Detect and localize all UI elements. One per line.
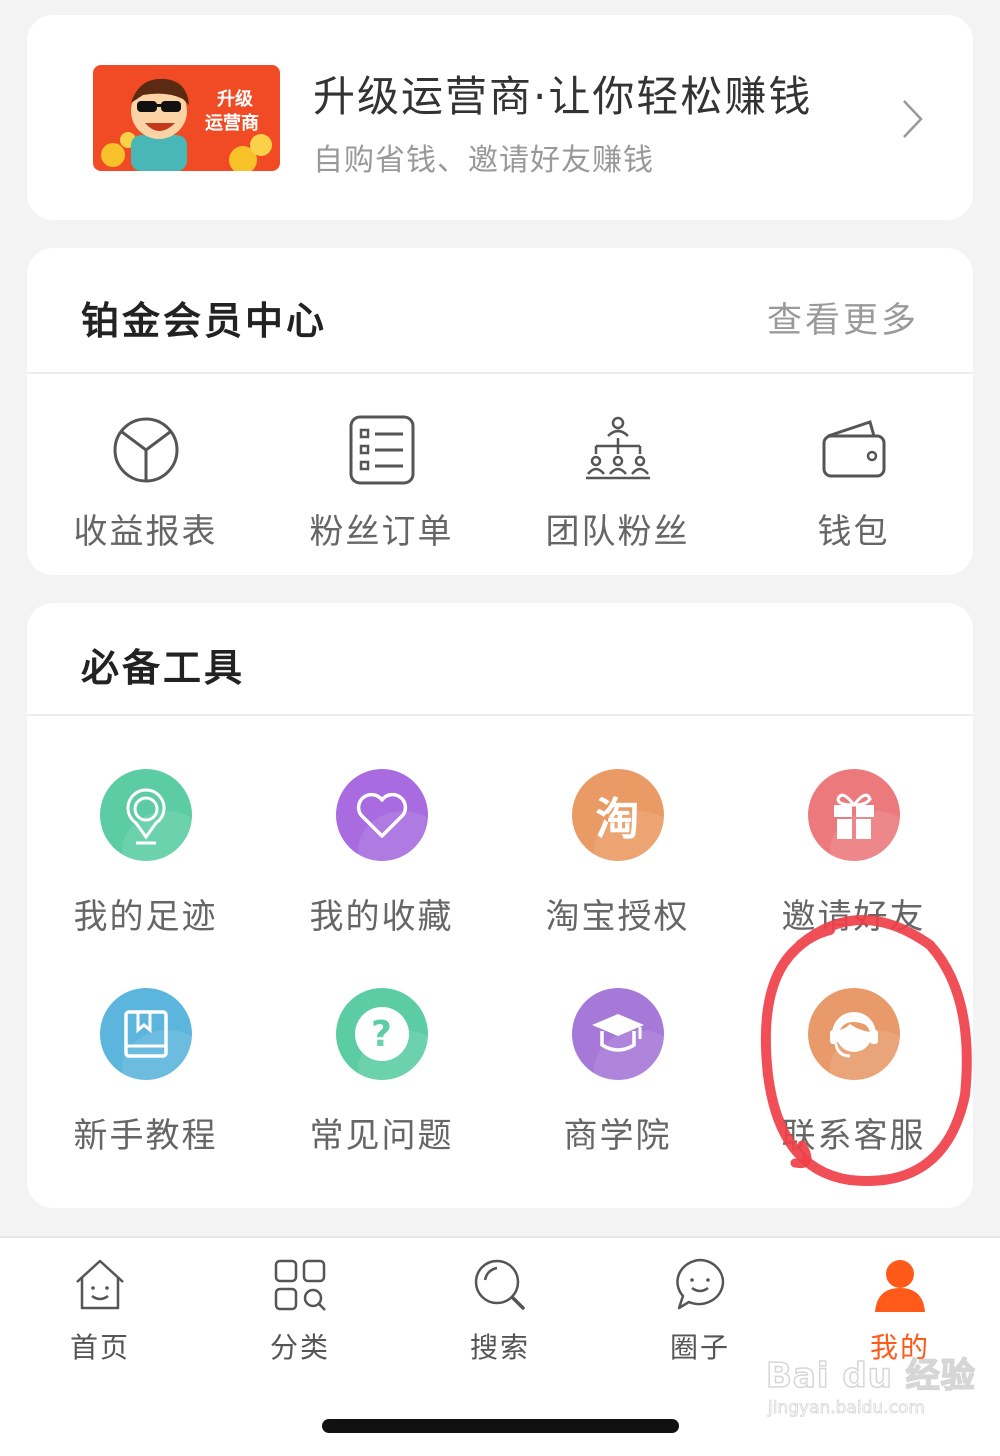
tool-contact-customer-service[interactable]: 联系客服 [735, 988, 972, 1157]
tool-label: 淘宝授权 [545, 897, 690, 937]
member-item-wallet[interactable]: 钱包 [735, 414, 972, 553]
list-icon [349, 415, 414, 485]
question-icon: ? [335, 988, 428, 1080]
tab-label: 分类 [269, 1331, 330, 1364]
question-icon-text: ? [371, 1013, 392, 1055]
upgrade-banner[interactable]: 升级 运营商 升级运营商·让你轻松赚钱 自购省钱、邀请好友赚钱 [27, 15, 973, 220]
taobao-icon-text: 淘 [595, 794, 640, 845]
tab-category[interactable]: 分类 [200, 1256, 400, 1366]
customer-service-icon [807, 988, 900, 1080]
category-icon [274, 1259, 326, 1311]
member-item-label: 团队粉丝 [545, 512, 690, 552]
tab-search[interactable]: 搜索 [400, 1256, 600, 1366]
gift-icon [807, 769, 900, 861]
person-icon [875, 1260, 925, 1312]
member-item-label: 钱包 [817, 512, 890, 552]
tab-label: 搜索 [469, 1331, 530, 1364]
tool-label: 常见问题 [309, 1116, 454, 1156]
svg-text:运营商: 运营商 [205, 112, 259, 134]
essential-tools-card: 必备工具 我的足迹 我的收藏 淘 淘宝授权 邀请好友 新手教程 ? 常见问题 商… [27, 603, 973, 1208]
tool-label: 我的足迹 [73, 897, 218, 937]
home-indicator [322, 1419, 679, 1433]
search-icon [474, 1259, 525, 1310]
baidu-jingyan-watermark: Bai du 经验 jingyan.baidu.com [765, 1348, 975, 1428]
member-center-card: 铂金会员中心 查看更多 收益报表 粉丝订单 团队粉丝 钱包 [27, 248, 973, 575]
tool-business-school[interactable]: 商学院 [499, 988, 736, 1157]
tab-home[interactable]: 首页 [0, 1256, 200, 1366]
member-item-earnings-report[interactable]: 收益报表 [27, 414, 264, 553]
member-item-label: 收益报表 [73, 512, 218, 552]
tool-label: 邀请好友 [781, 897, 926, 937]
tool-label: 联系客服 [781, 1116, 926, 1156]
graduation-cap-icon [571, 988, 664, 1080]
svg-text:升级: 升级 [217, 88, 254, 110]
chat-bubble-icon [676, 1258, 725, 1310]
tool-taobao-auth[interactable]: 淘 淘宝授权 [499, 769, 736, 938]
member-center-title: 铂金会员中心 [81, 299, 328, 343]
heart-icon [335, 769, 428, 861]
watermark-url: jingyan.baidu.com [768, 1398, 926, 1419]
member-center-header: 铂金会员中心 查看更多 [27, 248, 973, 374]
tool-my-favorites[interactable]: 我的收藏 [263, 769, 500, 938]
wallet-icon [822, 420, 885, 478]
tool-my-footprints[interactable]: 我的足迹 [27, 769, 264, 938]
taobao-icon: 淘 [571, 769, 664, 861]
tab-label: 首页 [69, 1331, 130, 1364]
essential-tools-title: 必备工具 [81, 646, 246, 690]
upgrade-banner-image: 升级 运营商 [93, 65, 280, 171]
team-tree-icon [585, 416, 650, 480]
location-pin-icon [99, 769, 192, 861]
tool-faq[interactable]: ? 常见问题 [263, 988, 500, 1157]
tool-invite-friends[interactable]: 邀请好友 [735, 769, 972, 938]
book-icon [99, 988, 192, 1080]
watermark-text: Bai du 经验 [765, 1355, 976, 1397]
home-icon [76, 1259, 124, 1310]
member-item-fan-orders[interactable]: 粉丝订单 [263, 414, 500, 553]
member-item-label: 粉丝订单 [309, 512, 454, 552]
tool-label: 商学院 [563, 1116, 672, 1156]
upgrade-subtitle: 自购省钱、邀请好友赚钱 [313, 143, 654, 178]
essential-tools-header: 必备工具 [27, 603, 973, 716]
view-more-link[interactable]: 查看更多 [767, 292, 919, 343]
pie-chart-icon [113, 417, 178, 483]
member-item-team-fans[interactable]: 团队粉丝 [499, 414, 736, 553]
tool-label: 新手教程 [73, 1116, 218, 1156]
tool-beginner-tutorial[interactable]: 新手教程 [27, 988, 264, 1157]
upgrade-title: 升级运营商·让你轻松赚钱 [313, 72, 813, 121]
chevron-right-icon [901, 98, 925, 144]
tool-label: 我的收藏 [309, 897, 454, 937]
